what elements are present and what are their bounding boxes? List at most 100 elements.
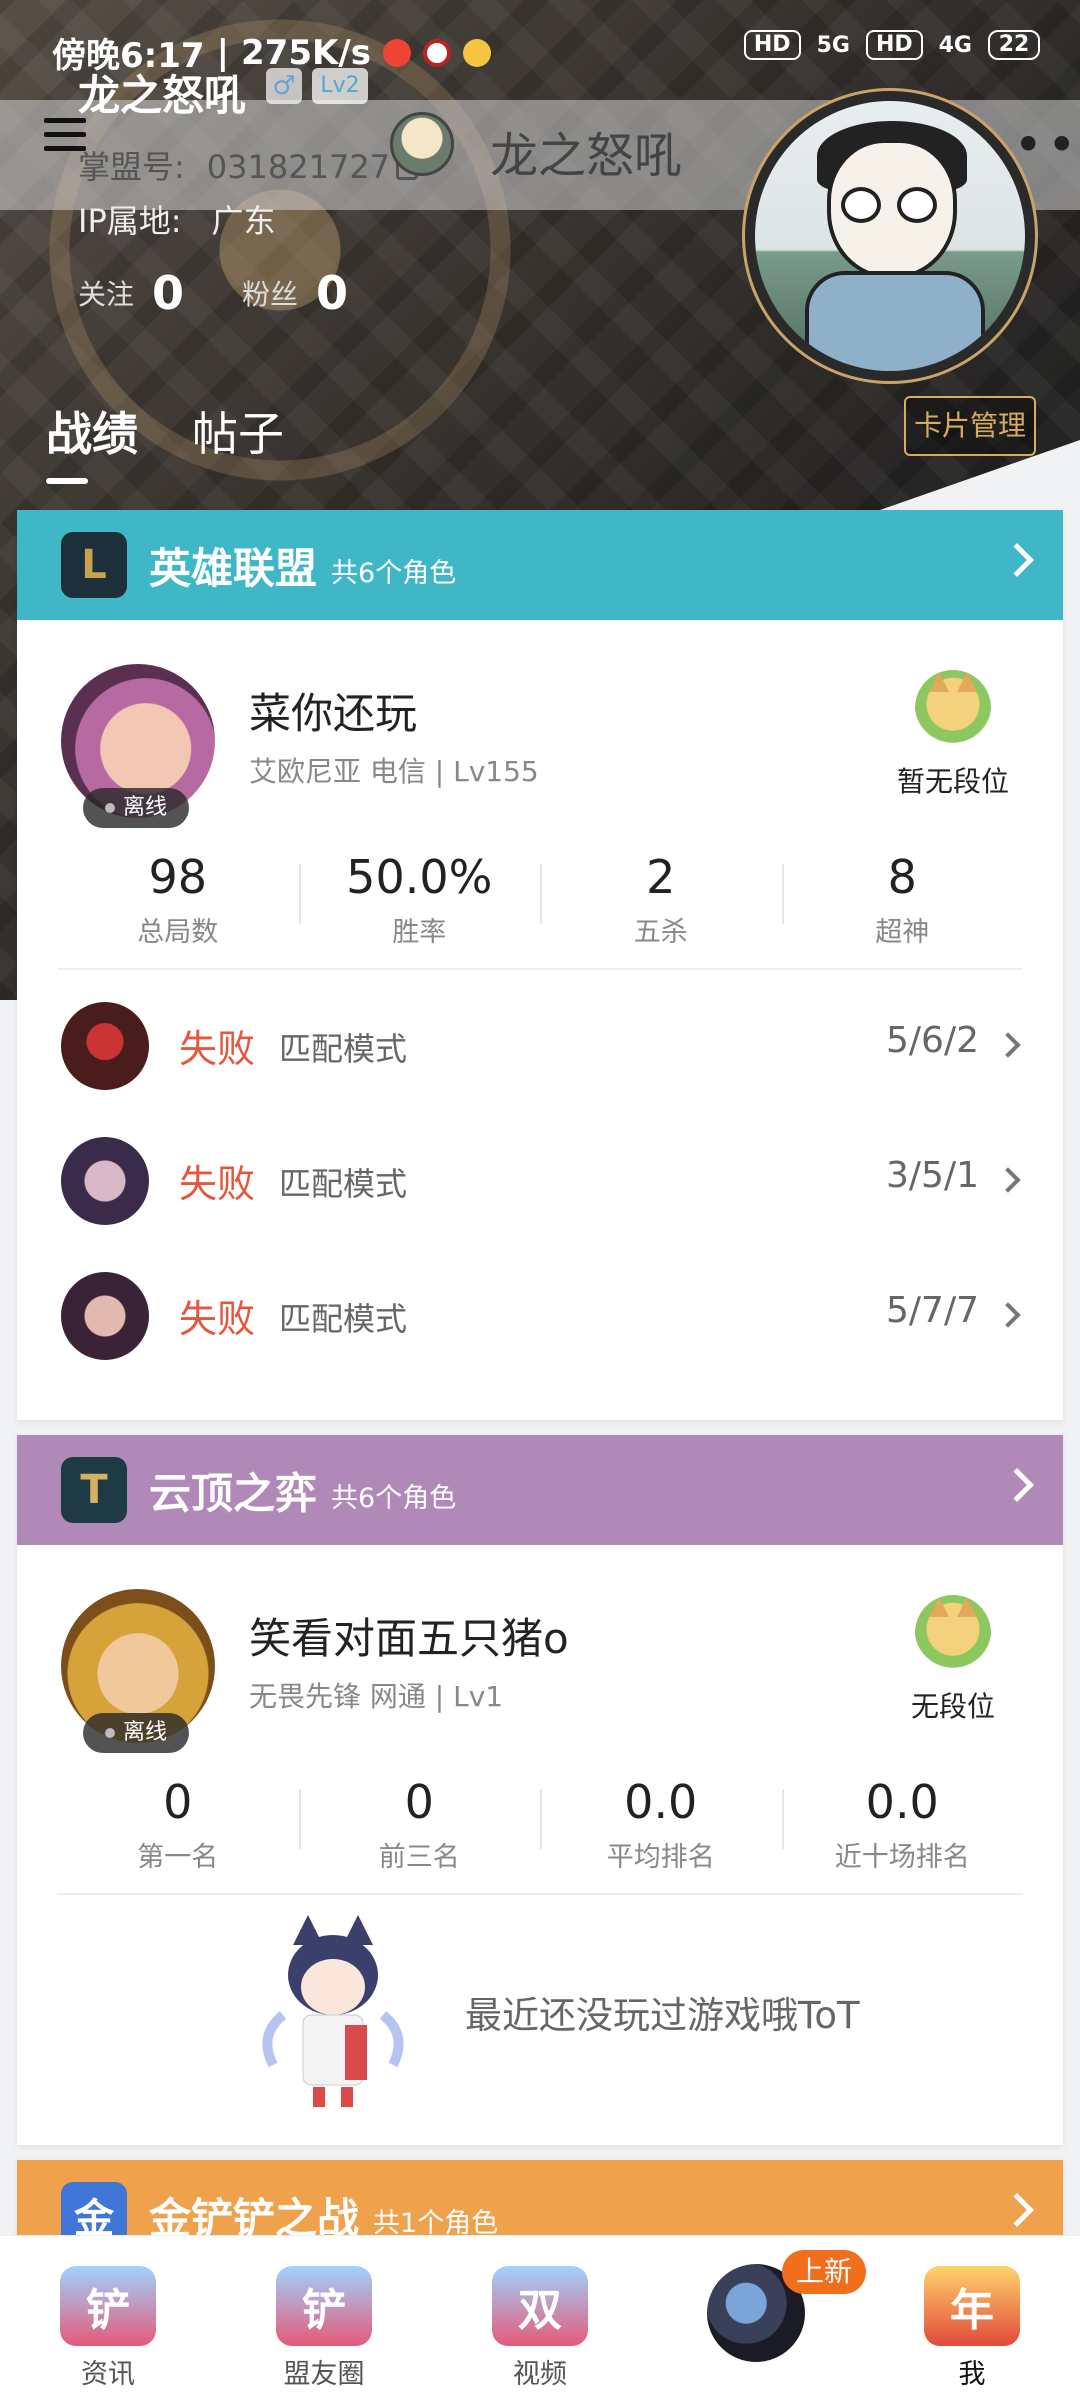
account-label: 掌盟号: — [78, 148, 185, 186]
role-info: 艾欧尼亚 电信 | Lv155 — [249, 755, 539, 788]
nav-friends[interactable]: 铲 盟友圈 — [216, 2236, 432, 2400]
hd-icon: HD — [743, 30, 801, 60]
lol-card: L 英雄联盟 共6个角色 离线 菜你还玩 艾欧尼亚 电信 | Lv155 暂无段… — [17, 510, 1063, 1420]
nav-label: 视频 — [513, 2359, 567, 2390]
match-row[interactable]: 失败 匹配模式 3/5/1 — [17, 1113, 1063, 1248]
ip-value: 广东 — [211, 202, 276, 240]
rank-text: 暂无段位 — [896, 765, 1009, 798]
ip-label: IP属地: — [78, 202, 182, 240]
crying-fox-girl-icon — [262, 1915, 404, 2107]
match-result: 失败 — [179, 1027, 256, 1071]
rank-text: 无段位 — [910, 1690, 995, 1723]
status-speed: 275K/s — [241, 32, 371, 73]
lol-stats: 98 总局数 50.0% 胜率 2 五杀 8 超神 — [57, 850, 1023, 970]
follow-label[interactable]: 关注 — [78, 273, 134, 313]
role-info: 无畏先锋 网通 | Lv1 — [249, 1680, 504, 1713]
stat-label: 胜率 — [392, 917, 447, 948]
match-mode: 匹配模式 — [279, 1030, 408, 1068]
offline-badge: 离线 — [83, 788, 189, 828]
account-id: 031821727 — [206, 148, 391, 186]
match-row[interactable]: 失败 匹配模式 5/7/7 — [17, 1248, 1063, 1383]
empty-state: 最近还没玩过游戏哦ToT — [17, 1895, 1063, 2135]
lol-subtitle: 共6个角色 — [331, 557, 457, 589]
chevron-right-icon — [995, 1167, 1021, 1193]
tft-logo-icon: T — [61, 1457, 127, 1523]
stat-recent-rank: 0.0 近十场排名 — [781, 1775, 1024, 1893]
profile-tabs: 战绩 帖子 — [46, 398, 284, 484]
tft-card: T 云顶之弈 共6个角色 离线 笑看对面五只猪o 无畏先锋 网通 | Lv1 无… — [17, 1435, 1063, 2145]
lol-title: 英雄联盟 — [149, 543, 318, 593]
stat-value: 8 — [887, 850, 917, 904]
stat-first: 0 第一名 — [57, 1775, 299, 1893]
fans-label[interactable]: 粉丝 — [242, 273, 298, 313]
mini-avatar[interactable] — [390, 112, 454, 176]
tab-record[interactable]: 战绩 — [46, 398, 138, 484]
me-icon: 年 — [924, 2266, 1020, 2346]
match-mode: 匹配模式 — [279, 1165, 408, 1203]
profile-avatar[interactable] — [742, 88, 1038, 384]
match-row[interactable]: 失败 匹配模式 5/6/2 — [17, 978, 1063, 1113]
lol-card-header[interactable]: L 英雄联盟 共6个角色 — [17, 510, 1063, 620]
champion-avatar — [61, 1137, 149, 1225]
match-kda: 5/7/7 — [886, 1290, 979, 1331]
rank-cat-icon — [915, 670, 991, 746]
tft-card-header[interactable]: T 云顶之弈 共6个角色 — [17, 1435, 1063, 1545]
stat-legendary: 8 超神 — [781, 850, 1024, 968]
tft-stats: 0 第一名 0 前三名 0.0 平均排名 0.0 近十场排名 — [57, 1775, 1023, 1895]
champion-avatar — [61, 1272, 149, 1360]
rank-block: 无段位 — [883, 1595, 1023, 1725]
match-result: 失败 — [179, 1162, 256, 1206]
chevron-right-icon — [995, 1302, 1021, 1328]
tft-role[interactable]: 离线 笑看对面五只猪o 无畏先锋 网通 | Lv1 无段位 — [17, 1545, 1063, 1775]
lol-role[interactable]: 离线 菜你还玩 艾欧尼亚 电信 | Lv155 暂无段位 — [17, 620, 1063, 850]
emoji-icon — [462, 38, 491, 67]
tab-posts[interactable]: 帖子 — [192, 398, 284, 464]
role-name: 笑看对面五只猪o — [249, 1614, 569, 1663]
lol-logo-icon: L — [61, 532, 127, 598]
champion-avatar — [61, 1002, 149, 1090]
offline-badge: 离线 — [83, 1713, 189, 1753]
rank-cat-icon — [915, 1595, 991, 1671]
stat-label: 五杀 — [633, 917, 688, 948]
new-badge: 上新 — [782, 2250, 866, 2294]
video-icon: 双 — [492, 2266, 588, 2346]
chevron-right-icon[interactable] — [1000, 2193, 1034, 2227]
notification-icon — [382, 38, 411, 67]
stat-value: 0.0 — [865, 1775, 939, 1829]
role-name: 菜你还玩 — [249, 689, 418, 738]
match-kda: 5/6/2 — [886, 1020, 979, 1061]
fans-count[interactable]: 0 — [316, 266, 348, 320]
bottom-nav: 铲 资讯 铲 盟友圈 双 视频 年 我 — [0, 2235, 1080, 2400]
card-manage-button[interactable]: 卡片管理 — [904, 396, 1036, 456]
notification-icon — [422, 38, 451, 67]
chevron-right-icon[interactable] — [1000, 543, 1034, 577]
stat-value: 0 — [404, 1775, 434, 1829]
battery-icon: 22 — [988, 30, 1040, 60]
stat-label: 总局数 — [137, 917, 219, 948]
chevron-right-icon[interactable] — [1000, 1468, 1034, 1502]
follow-count[interactable]: 0 — [152, 266, 184, 320]
stat-label: 超神 — [875, 917, 930, 948]
gender-male-icon: ♂ — [266, 68, 302, 104]
hd-icon: HD — [865, 30, 923, 60]
friends-icon: 铲 — [276, 2266, 372, 2346]
stat-pentakill: 2 五杀 — [540, 850, 782, 968]
match-mode: 匹配模式 — [279, 1300, 408, 1338]
stat-total: 98 总局数 — [57, 850, 299, 968]
stat-label: 前三名 — [378, 1842, 460, 1873]
stat-value: 0 — [163, 1775, 193, 1829]
stat-value: 50.0% — [346, 850, 493, 904]
nav-video[interactable]: 双 视频 — [432, 2236, 648, 2400]
account-id-row: 掌盟号: 031821727 — [78, 142, 419, 188]
stat-value: 2 — [646, 850, 676, 904]
nav-label: 盟友圈 — [283, 2359, 365, 2390]
stat-value: 0.0 — [624, 1775, 698, 1829]
signal-4g-icon: 4G — [938, 32, 972, 58]
rank-block: 暂无段位 — [883, 670, 1023, 800]
tft-subtitle: 共6个角色 — [331, 1482, 457, 1514]
profile-name: 龙之怒吼 — [78, 71, 247, 120]
nav-news[interactable]: 铲 资讯 — [0, 2236, 216, 2400]
chevron-right-icon — [995, 1032, 1021, 1058]
nav-me[interactable]: 年 我 — [864, 2236, 1080, 2400]
stat-winrate: 50.0% 胜率 — [298, 850, 541, 968]
